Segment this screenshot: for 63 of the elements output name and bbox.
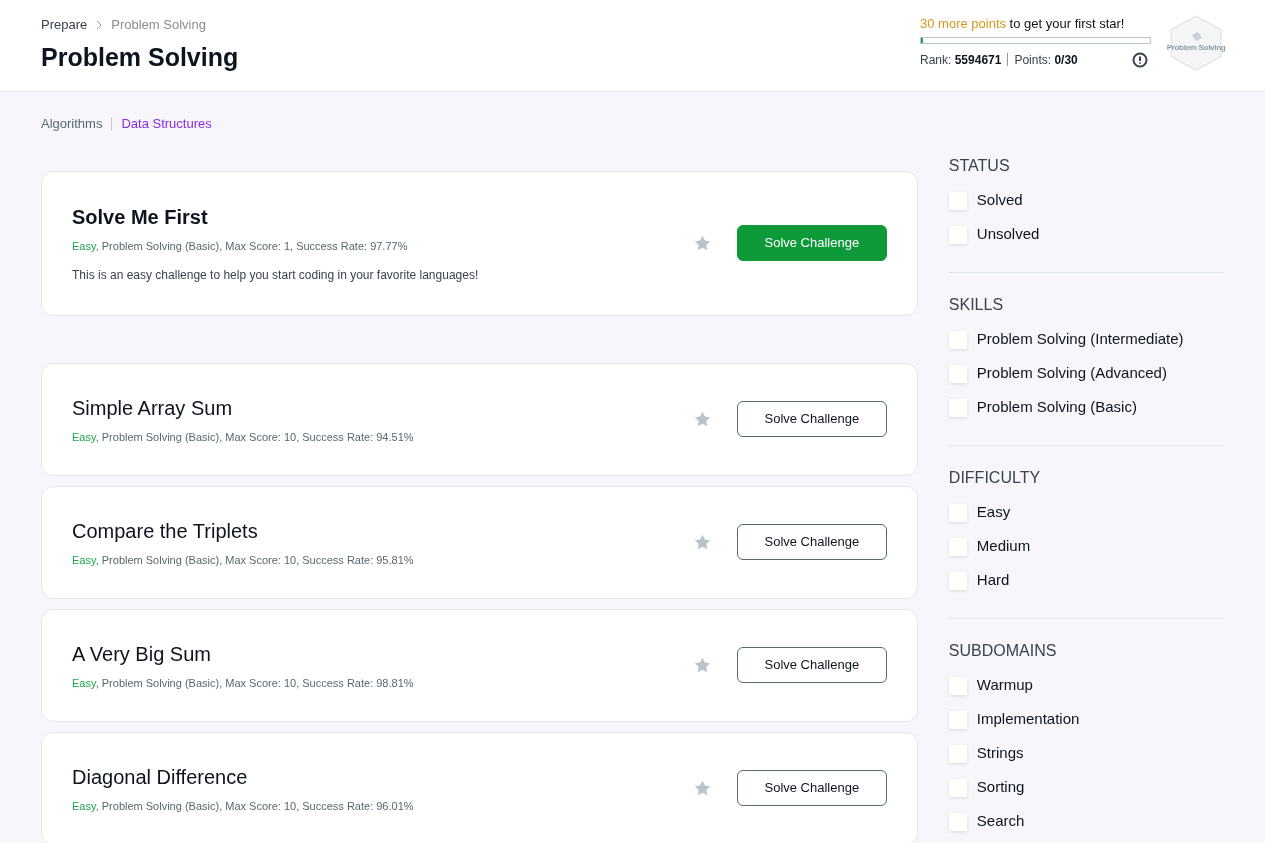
challenge-title[interactable]: Diagonal Difference [72,761,694,792]
challenge-title[interactable]: Simple Array Sum [72,392,694,423]
solve-challenge-button[interactable]: Solve Challenge [736,401,887,437]
solve-challenge-button[interactable]: Solve Challenge [736,225,887,261]
filter-heading: SUBDOMAINS [948,640,1058,661]
challenge-title[interactable]: A Very Big Sum [72,638,694,669]
checkbox[interactable] [948,537,967,556]
filter-option[interactable]: Solved [976,189,1023,212]
star-icon[interactable] [693,534,711,550]
challenge-description: This is an easy challenge to help you start coding in your favorite languages! [72,267,480,285]
filter-option[interactable]: Problem Solving (Intermediate) [976,328,1184,351]
filter-option[interactable]: Problem Solving (Basic) [976,396,1137,419]
filter-option[interactable]: Warmup [976,674,1033,697]
challenge-details: Easy, Problem Solving (Basic), Max Score: 10, Success Rate: 94.51% [72,429,415,445]
chevron-right-icon [95,19,104,30]
rank-text: Rank: 5594671 [920,51,1002,69]
checkbox[interactable] [948,812,967,831]
challenge-details: Easy, Problem Solving (Basic), Max Score: 10, Success Rate: 95.81% [72,552,415,568]
filter-option[interactable]: Unsolved [976,223,1040,246]
star-icon[interactable] [693,780,711,796]
filter-option[interactable]: Implementation [976,708,1080,731]
filter-heading: SKILLS [948,294,1005,315]
checkbox[interactable] [948,571,967,590]
star-icon[interactable] [693,411,711,427]
star-icon[interactable] [693,657,711,673]
challenge-details: Easy, Problem Solving (Basic), Max Score: 1, Success Rate: 97.77% [72,238,409,254]
points-text: Points: 0/30 [1014,51,1078,69]
tab[interactable]: Data Structures [121,114,212,134]
checkbox[interactable] [948,503,967,522]
filter-option[interactable]: Problem Solving (Advanced) [976,362,1167,385]
filter-option[interactable]: Search [976,810,1025,833]
solve-challenge-button[interactable]: Solve Challenge [736,770,887,806]
checkbox[interactable] [948,710,967,729]
checkbox[interactable] [948,225,967,244]
filter-heading: STATUS [948,155,1011,176]
checkbox[interactable] [948,330,967,349]
solve-challenge-button[interactable]: Solve Challenge [736,524,887,560]
filter-option[interactable]: Hard [976,569,1010,592]
challenge-title[interactable]: Compare the Triplets [72,515,694,546]
checkbox[interactable] [948,676,967,695]
tab[interactable]: Algorithms [41,114,103,134]
challenge-details: Easy, Problem Solving (Basic), Max Score: 10, Success Rate: 96.01% [72,798,415,814]
checkbox[interactable] [948,364,967,383]
filter-option[interactable]: Sorting [976,776,1025,799]
checkbox[interactable] [948,191,967,210]
filter-option[interactable]: Strings [976,742,1024,765]
progress-message: 30 more points to get your first star! [920,15,1126,33]
checkbox[interactable] [948,398,967,417]
solve-challenge-button[interactable]: Solve Challenge [736,647,887,683]
info-icon[interactable] [1132,51,1148,68]
breadcrumb-current: Problem Solving [111,16,206,34]
filter-option[interactable]: Medium [976,535,1031,558]
filter-option[interactable]: Easy [976,501,1011,524]
checkbox[interactable] [948,778,967,797]
filter-heading: DIFFICULTY [948,467,1042,488]
badge-label: Problem Solving [1166,43,1226,52]
page-title: Problem Solving [41,41,239,73]
breadcrumb-link[interactable]: Prepare [41,15,88,35]
challenge-details: Easy, Problem Solving (Basic), Max Score: 10, Success Rate: 98.81% [72,675,415,691]
challenge-title[interactable]: Solve Me First [72,201,694,232]
emblem-icon [1192,32,1202,41]
star-icon[interactable] [693,235,711,251]
checkbox[interactable] [948,744,967,763]
